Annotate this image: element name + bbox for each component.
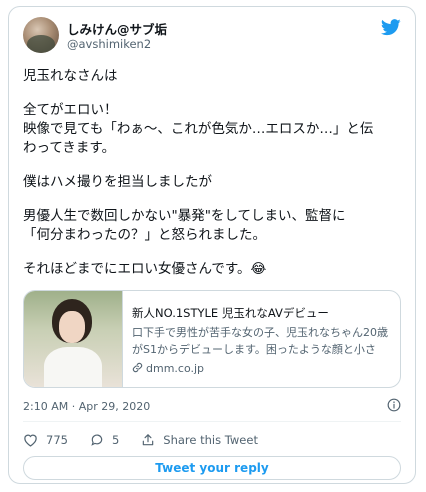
divider [23, 421, 401, 422]
reply-action[interactable]: 5 [90, 433, 119, 447]
reply-count: 5 [111, 433, 120, 447]
tweet-text: 児玉れなさんは 全てがエロい！ 映像で見ても「わぁ～、これが色気か…エロスか…」… [23, 67, 403, 279]
tweet-timestamp[interactable]: 2:10 AM · Apr 29, 2020 [23, 400, 150, 413]
avatar[interactable] [23, 17, 59, 53]
link-title: 新人NO.1STYLE 児玉れなAVデビュー [132, 306, 329, 320]
heart-icon [24, 434, 37, 447]
tweet-line: 「何分まわったの？」と怒られました。 [23, 227, 266, 243]
tweet-line: 男優人生で数回しかない"暴発"をしてしまい、監督に [23, 208, 346, 224]
info-icon[interactable] [387, 398, 401, 412]
tweet-line: わってきます。 [23, 140, 116, 156]
tweet-actions: 775 5 Share this Tweet [23, 431, 280, 449]
share-upload-icon [143, 434, 154, 446]
tweet-line: それほどまでにエロい女優さんです。😂 [23, 261, 267, 277]
like-count: 775 [46, 433, 68, 447]
share-action[interactable]: Share this Tweet [141, 433, 258, 447]
author-handle[interactable]: @avshimiken2 [67, 37, 151, 51]
link-domain: dmm.co.jp [132, 362, 204, 375]
tweet-line: 全てがエロい！ [23, 102, 118, 118]
link-domain-text: dmm.co.jp [146, 362, 205, 375]
author-display-name[interactable]: しみけん@サブ垢 [67, 19, 167, 38]
tweet-your-reply-button[interactable]: Tweet your reply [23, 456, 401, 480]
tweet-line: 児玉れなさんは [23, 68, 118, 84]
tweet-line: 映像で見ても「わぁ～、これが色気か…エロスか…」と伝 [23, 121, 374, 137]
tweet-card: しみけん@サブ垢 @avshimiken2 児玉れなさんは 全てがエロい！ 映像… [8, 6, 416, 484]
tweet-line: 僕はハメ撮りを担当しましたが [23, 174, 212, 190]
twitter-bird-icon[interactable] [381, 19, 401, 36]
share-label: Share this Tweet [163, 433, 258, 447]
link-description: 口下手で男性が苦手な女の子、児玉れなちゃん20歳がS1からデビューします。困った… [132, 326, 388, 356]
link-chain-icon [132, 362, 143, 373]
reply-bubble-icon [91, 434, 103, 446]
link-thumbnail [24, 291, 123, 387]
link-preview-card[interactable]: 新人NO.1STYLE 児玉れなAVデビュー 口下手で男性が苦手な女の子、児玉れ… [23, 290, 401, 388]
like-action[interactable]: 775 [23, 433, 68, 447]
